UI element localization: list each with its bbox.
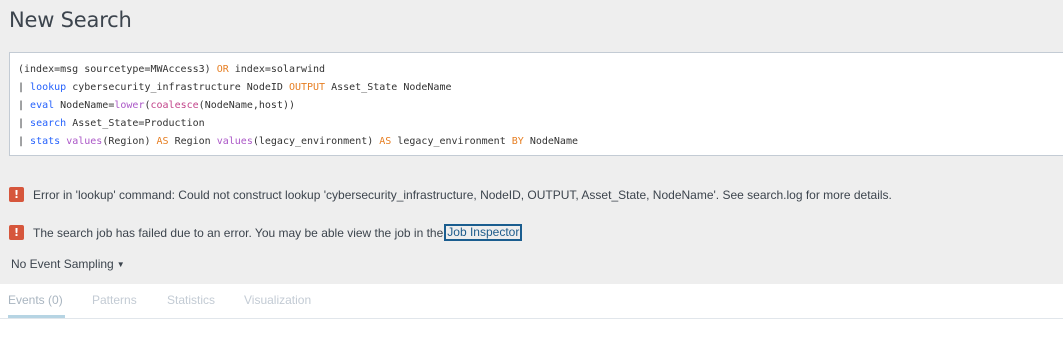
results-tab-bar: Events (0) Patterns Statistics Visualiza…: [0, 284, 1063, 319]
active-tab-indicator: [8, 315, 65, 318]
query-line-3: | eval NodeName=lower(coalesce(NodeName,…: [18, 100, 295, 111]
job-inspector-link[interactable]: Job Inspector: [444, 224, 523, 241]
tab-patterns[interactable]: Patterns: [92, 293, 137, 307]
search-query-editor[interactable]: (index=msg sourcetype=MWAccess3) OR inde…: [9, 52, 1063, 156]
query-line-2: | lookup cybersecurity_infrastructure No…: [18, 82, 452, 93]
event-sampling-dropdown[interactable]: No Event Sampling ▼: [11, 257, 125, 271]
lookup-error-message: ! Error in 'lookup' command: Could not c…: [9, 187, 892, 202]
lookup-error-text: Error in 'lookup' command: Could not con…: [33, 187, 892, 202]
job-failed-text: The search job has failed due to an erro…: [33, 225, 444, 240]
tab-statistics[interactable]: Statistics: [167, 293, 215, 307]
job-failed-message: ! The search job has failed due to an er…: [9, 224, 523, 241]
query-line-4: | search Asset_State=Production: [18, 118, 205, 129]
exclamation-icon: !: [9, 225, 24, 240]
page-title: New Search: [9, 8, 132, 32]
query-line-1: (index=msg sourcetype=MWAccess3) OR inde…: [18, 64, 326, 75]
tab-events[interactable]: Events (0): [8, 293, 63, 307]
query-line-5: | stats values(Region) AS Region values(…: [18, 136, 578, 147]
event-sampling-label: No Event Sampling: [11, 257, 114, 271]
tab-visualization[interactable]: Visualization: [244, 293, 311, 307]
exclamation-icon: !: [9, 187, 24, 202]
results-area: [0, 319, 1063, 352]
caret-down-icon: ▼: [116, 260, 125, 269]
